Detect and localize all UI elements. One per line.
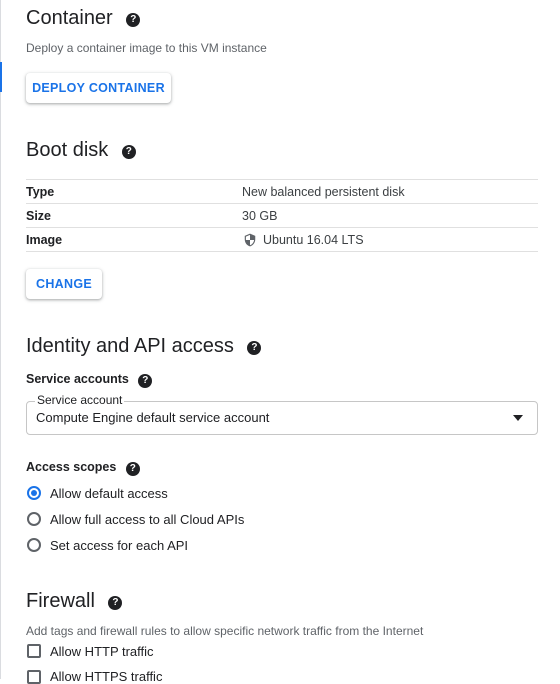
scope-radio-per-api[interactable] [27,538,41,552]
identity-title: Identity and API access [26,335,234,357]
help-icon[interactable]: ? [108,596,123,610]
service-account-select[interactable]: Service account Compute Engine default s… [26,393,538,435]
scope-option-default[interactable]: Allow default access [50,486,168,501]
help-icon[interactable]: ? [247,341,262,355]
service-account-field-label: Service account [35,393,125,407]
scope-option-full-access[interactable]: Allow full access to all Cloud APIs [50,512,244,527]
change-boot-disk-button[interactable]: CHANGE [26,269,102,299]
chevron-down-icon[interactable] [513,415,523,421]
table-divider [26,251,538,252]
boot-disk-size-value: 30 GB [242,209,278,223]
container-description: Deploy a container image to this VM inst… [26,41,267,55]
scope-radio-default[interactable] [27,486,41,500]
help-icon[interactable]: ? [125,462,140,476]
http-traffic-label[interactable]: Allow HTTP traffic [50,644,154,659]
firewall-heading: Firewall ? [26,590,123,613]
table-divider [26,203,538,204]
https-traffic-label[interactable]: Allow HTTPS traffic [50,669,162,684]
firewall-description: Add tags and firewall rules to allow spe… [26,624,424,638]
https-traffic-checkbox[interactable] [27,670,41,684]
boot-disk-image-text: Ubuntu 16.04 LTS [263,233,364,247]
help-icon[interactable]: ? [121,145,136,159]
access-scopes-heading: Access scopes ? [26,460,140,476]
nav-indicator [0,62,2,92]
boot-disk-type-value: New balanced persistent disk [242,185,405,199]
table-divider [26,179,538,180]
boot-disk-size-label: Size [26,209,52,223]
help-icon[interactable]: ? [138,374,153,388]
boot-disk-image-label: Image [26,233,63,247]
scope-radio-full-access[interactable] [27,512,41,526]
page-left-border [0,0,1,679]
boot-disk-title: Boot disk [26,139,109,161]
service-accounts-heading: Service accounts ? [26,372,153,388]
deploy-container-button[interactable]: DEPLOY CONTAINER [26,73,171,103]
table-divider [26,227,538,228]
boot-disk-heading: Boot disk ? [26,139,136,162]
access-scopes-label: Access scopes [26,460,117,474]
service-accounts-label: Service accounts [26,372,129,386]
boot-disk-image-value: Ubuntu 16.04 LTS [243,233,364,247]
http-traffic-checkbox[interactable] [27,644,41,658]
boot-disk-type-label: Type [26,185,55,199]
shield-icon [244,233,256,247]
service-account-value: Compute Engine default service account [36,410,270,425]
scope-option-per-api[interactable]: Set access for each API [50,538,188,553]
container-heading: Container ? [26,7,141,30]
firewall-title: Firewall [26,590,95,612]
identity-heading: Identity and API access ? [26,335,262,358]
container-title: Container [26,7,113,29]
help-icon[interactable]: ? [126,13,141,27]
